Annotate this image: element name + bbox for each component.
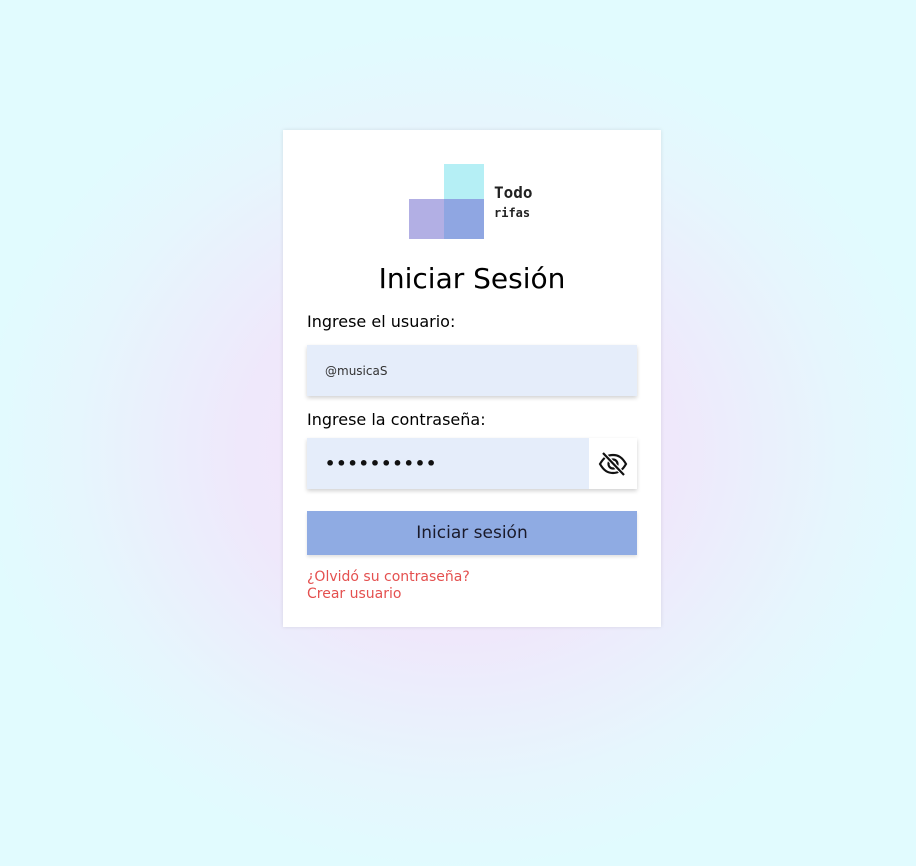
logo-text-bottom: rifas <box>494 206 531 220</box>
logo-text-top: Todo <box>494 183 533 202</box>
logo-square-purple <box>409 199 445 239</box>
toggle-password-visibility-button[interactable] <box>589 438 637 489</box>
create-user-link[interactable]: Crear usuario <box>307 586 401 602</box>
username-label: Ingrese el usuario: <box>307 312 456 331</box>
username-value: @musicaS <box>325 363 388 378</box>
password-value: •••••••••• <box>325 454 438 473</box>
login-card: Todo rifas Iniciar Sesión Ingrese el usu… <box>283 130 661 627</box>
logo-square-cyan <box>444 164 484 204</box>
password-label: Ingrese la contraseña: <box>307 410 486 429</box>
forgot-password-link[interactable]: ¿Olvidó su contraseña? <box>307 569 470 585</box>
login-button[interactable]: Iniciar sesión <box>307 511 637 555</box>
username-input[interactable]: @musicaS <box>307 345 637 396</box>
eye-off-icon <box>598 450 628 477</box>
password-field-group: •••••••••• <box>307 438 637 489</box>
password-input[interactable]: •••••••••• <box>307 438 589 489</box>
page-title: Iniciar Sesión <box>378 262 566 295</box>
logo-square-blue <box>444 199 484 239</box>
todo-rifas-logo: Todo rifas <box>409 164 549 240</box>
